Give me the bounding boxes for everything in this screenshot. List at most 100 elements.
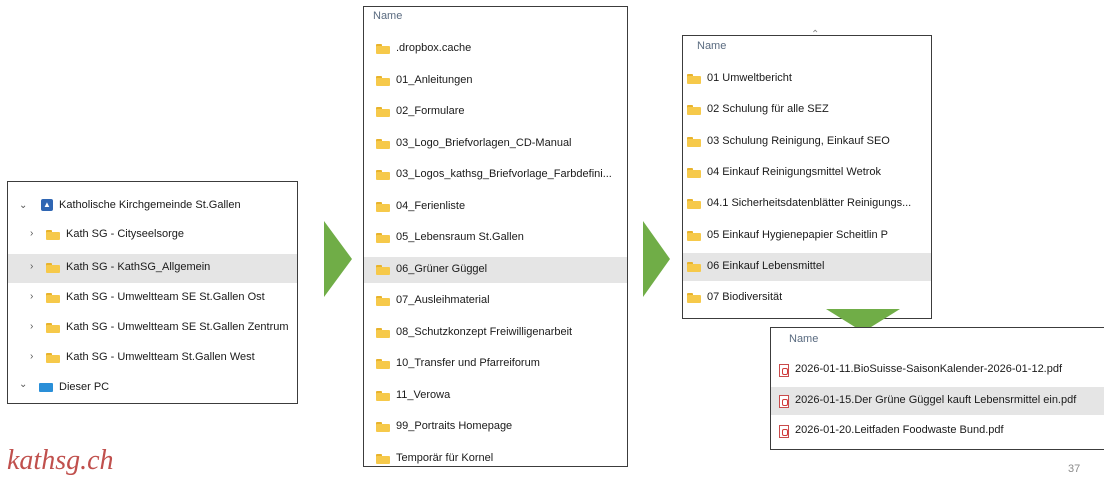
subfolder-list-panel: Name ⌃ 01 Umweltbericht 02 Schulung für a… xyxy=(682,29,932,319)
folder-icon xyxy=(687,136,701,147)
tree-item-umweltteam-west[interactable]: › Kath SG - Umweltteam St.Gallen West xyxy=(8,347,297,371)
monitor-icon xyxy=(39,383,53,392)
folder-name: Temporär für Kornel xyxy=(396,451,494,464)
folder-icon xyxy=(376,453,390,464)
folder-row[interactable]: 05_Lebensraum St.Gallen xyxy=(364,225,627,251)
tree-item-label: Kath SG - Cityseelsorge xyxy=(66,228,184,240)
column-header-name[interactable]: Name xyxy=(697,40,726,52)
file-row[interactable]: 2026-01-20.Leitfaden Foodwaste Bund.pdf xyxy=(771,417,1104,445)
folder-row[interactable]: 07 Biodiversität xyxy=(683,284,931,312)
folder-name: 05_Lebensraum St.Gallen xyxy=(396,231,524,243)
folder-name: 04_Ferienliste xyxy=(396,199,466,212)
folder-name: 04.1 Sicherheitsdatenblätter Reinigungs.… xyxy=(707,197,912,210)
chevron-down-icon[interactable]: ⌄ xyxy=(19,379,27,390)
folder-row[interactable]: 04_Ferienliste xyxy=(364,194,627,220)
tree-item-cityseelsorge[interactable]: › Kath SG - Cityseelsorge xyxy=(8,224,297,248)
chevron-right-icon[interactable]: › xyxy=(30,261,33,272)
folder-list-panel: Name .dropbox.cache 01_Anleitungen 02_Form… xyxy=(363,6,628,467)
page-number: 37 xyxy=(1068,463,1081,475)
chevron-right-icon[interactable]: › xyxy=(30,321,33,332)
folder-row[interactable]: 01_Anleitungen xyxy=(364,68,627,94)
chevron-right-icon[interactable]: › xyxy=(30,351,33,362)
folder-name: 06 Einkauf Lebensmittel xyxy=(707,259,825,272)
arrow-right-icon xyxy=(324,221,352,297)
tree-item-label: Dieser PC xyxy=(59,381,110,393)
folder-row[interactable]: 05 Einkauf Hygienepapier Scheitlin P xyxy=(683,222,931,250)
tree-root-label[interactable]: Katholische Kirchgemeinde St.Gallen xyxy=(59,199,241,211)
folder-row[interactable]: 06 Einkauf Lebensmittel xyxy=(683,252,931,281)
folder-icon xyxy=(376,359,390,369)
folder-icon xyxy=(376,422,390,432)
folder-row[interactable]: 08_Schutzkonzept Freiwilligenarbeit xyxy=(364,320,627,346)
tree-item-label: Kath SG - Umweltteam SE St.Gallen Zentru… xyxy=(66,321,289,333)
folder-name: 04 Einkauf Reinigungsmittel Wetrok xyxy=(707,165,882,178)
folder-name: 02 Schulung für alle SEZ xyxy=(707,103,829,116)
folder-icon xyxy=(376,170,390,180)
folder-name: 08_Schutzkonzept Freiwilligenarbeit xyxy=(396,325,573,338)
folder-name: 03 Schulung Reinigung, Einkauf SEO xyxy=(707,134,890,147)
arrow-right-icon xyxy=(643,221,670,297)
folder-row[interactable]: 02_Formulare xyxy=(364,99,627,125)
tree-item-label: Kath SG - Umweltteam St.Gallen West xyxy=(66,351,255,363)
folder-icon xyxy=(376,327,390,338)
folder-name: 03_Logo_Briefvorlagen_CD-Manual xyxy=(396,136,572,149)
folder-icon xyxy=(376,201,390,212)
folder-icon xyxy=(687,230,701,241)
column-header-name[interactable]: Name xyxy=(373,10,402,22)
file-name: 2026-01-20.Leitfaden Foodwaste Bund.pdf xyxy=(795,424,1004,436)
chevron-right-icon[interactable]: › xyxy=(30,228,33,239)
pdf-file-icon xyxy=(779,425,789,438)
chevron-right-icon[interactable]: › xyxy=(30,291,33,302)
pdf-file-icon xyxy=(779,394,789,408)
folder-row[interactable]: .dropbox.cache xyxy=(364,36,627,62)
folder-row[interactable]: 06_Grüner Güggel xyxy=(364,256,627,283)
folder-icon xyxy=(46,263,60,273)
folder-icon xyxy=(376,296,390,306)
folder-name: 05 Einkauf Hygienepapier Scheitlin P xyxy=(707,228,889,241)
kathsg-logo: kathsg.ch xyxy=(7,445,114,476)
folder-row[interactable]: 04 Einkauf Reinigungsmittel Wetrok xyxy=(683,159,931,187)
file-row[interactable]: 2026-01-11.BioSuisse-SaisonKalender-2026… xyxy=(771,356,1104,384)
folder-row[interactable]: 07_Ausleihmaterial xyxy=(364,288,627,314)
folder-icon xyxy=(376,44,390,54)
chevron-down-icon[interactable]: ⌄ xyxy=(19,200,27,211)
tree-item-umweltteam-ost[interactable]: › Kath SG - Umweltteam SE St.Gallen Ost xyxy=(8,287,297,311)
sort-ascending-icon: ⌃ xyxy=(811,29,820,40)
folder-icon xyxy=(687,261,701,272)
folder-icon xyxy=(376,75,390,86)
folder-row[interactable]: 10_Transfer und Pfarreiforum xyxy=(364,351,627,377)
pdf-file-icon xyxy=(779,364,789,377)
folder-icon xyxy=(687,167,701,178)
folder-name: 03_Logos_kathsg_Briefvorlage_Farbdefini.… xyxy=(396,168,612,180)
folder-icon xyxy=(376,233,390,243)
folder-icon xyxy=(687,105,701,116)
folder-name: .dropbox.cache xyxy=(396,42,472,54)
folder-name: 10_Transfer und Pfarreiforum xyxy=(396,357,540,369)
folder-row[interactable]: Temporär für Kornel xyxy=(364,446,627,472)
tree-item-umweltteam-zentrum[interactable]: › Kath SG - Umweltteam SE St.Gallen Zent… xyxy=(8,317,297,341)
column-header-name[interactable]: Name xyxy=(789,333,818,345)
folder-row[interactable]: 99_Portraits Homepage xyxy=(364,414,627,440)
folder-row[interactable]: 03_Logos_kathsg_Briefvorlage_Farbdefini.… xyxy=(364,162,627,188)
folder-icon xyxy=(376,264,390,275)
folder-icon xyxy=(376,390,390,401)
folder-row[interactable]: 04.1 Sicherheitsdatenblätter Reinigungs.… xyxy=(683,190,931,218)
folder-row[interactable]: 11_Verowa xyxy=(364,383,627,409)
tree-item-kathsg-allgemein[interactable]: › Kath SG - KathSG_Allgemein xyxy=(8,254,297,283)
folder-icon xyxy=(46,323,60,333)
file-list-panel: Name 2026-01-11.BioSuisse-SaisonKalender… xyxy=(770,327,1104,450)
file-row[interactable]: 2026-01-15.Der Grüne Güggel kauft Lebens… xyxy=(771,386,1104,415)
folder-row[interactable]: 02 Schulung für alle SEZ xyxy=(683,96,931,124)
folder-name: 07 Biodiversität xyxy=(707,291,783,304)
folder-icon xyxy=(376,138,390,149)
folder-icon xyxy=(46,293,60,303)
folder-name: 06_Grüner Güggel xyxy=(396,262,488,275)
folder-icon xyxy=(46,230,60,240)
folder-row[interactable]: 01 Umweltbericht xyxy=(683,65,931,93)
folder-row[interactable]: 03_Logo_Briefvorlagen_CD-Manual xyxy=(364,131,627,157)
folder-name: 07_Ausleihmaterial xyxy=(396,294,490,306)
tree-item-dieser-pc[interactable]: ⌄ Dieser PC xyxy=(8,377,297,401)
onedrive-org-icon: ▲ xyxy=(41,199,53,211)
folder-name: 99_Portraits Homepage xyxy=(396,420,513,432)
folder-row[interactable]: 03 Schulung Reinigung, Einkauf SEO xyxy=(683,128,931,156)
